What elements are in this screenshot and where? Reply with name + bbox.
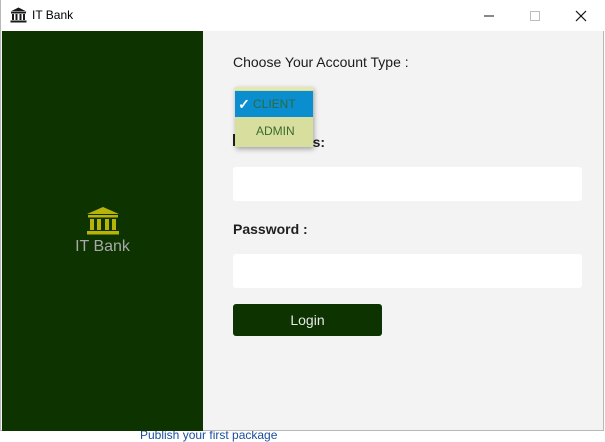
maximize-button[interactable] xyxy=(512,0,558,31)
account-type-label: Choose Your Account Type : xyxy=(233,54,409,70)
bank-logo-icon xyxy=(87,207,119,235)
email-input[interactable] xyxy=(233,167,582,201)
close-icon xyxy=(575,10,587,21)
account-type-dropdown[interactable]: ✓ CLIENT ADMIN xyxy=(235,87,313,147)
window-title: IT Bank xyxy=(32,8,74,22)
password-label: Password : xyxy=(233,221,308,237)
dropdown-option-label: ADMIN xyxy=(256,124,295,138)
dropdown-option-admin[interactable]: ADMIN xyxy=(235,118,313,144)
minimize-icon xyxy=(484,15,494,16)
sidebar-panel: IT Bank xyxy=(2,31,203,431)
minimize-button[interactable] xyxy=(466,0,512,31)
app-window: IT Bank IT Bank Choose Your Account Type… xyxy=(0,0,604,431)
close-button[interactable] xyxy=(558,0,604,31)
dropdown-option-label: CLIENT xyxy=(253,97,296,111)
title-bar[interactable]: IT Bank xyxy=(1,0,604,31)
checkmark-icon: ✓ xyxy=(238,95,250,112)
dropdown-option-client[interactable]: ✓ CLIENT xyxy=(235,91,313,117)
password-input[interactable] xyxy=(233,254,582,288)
maximize-icon xyxy=(530,10,540,21)
login-button[interactable]: Login xyxy=(233,304,382,336)
sidebar-brand: IT Bank xyxy=(75,238,130,255)
bank-icon xyxy=(10,7,27,23)
